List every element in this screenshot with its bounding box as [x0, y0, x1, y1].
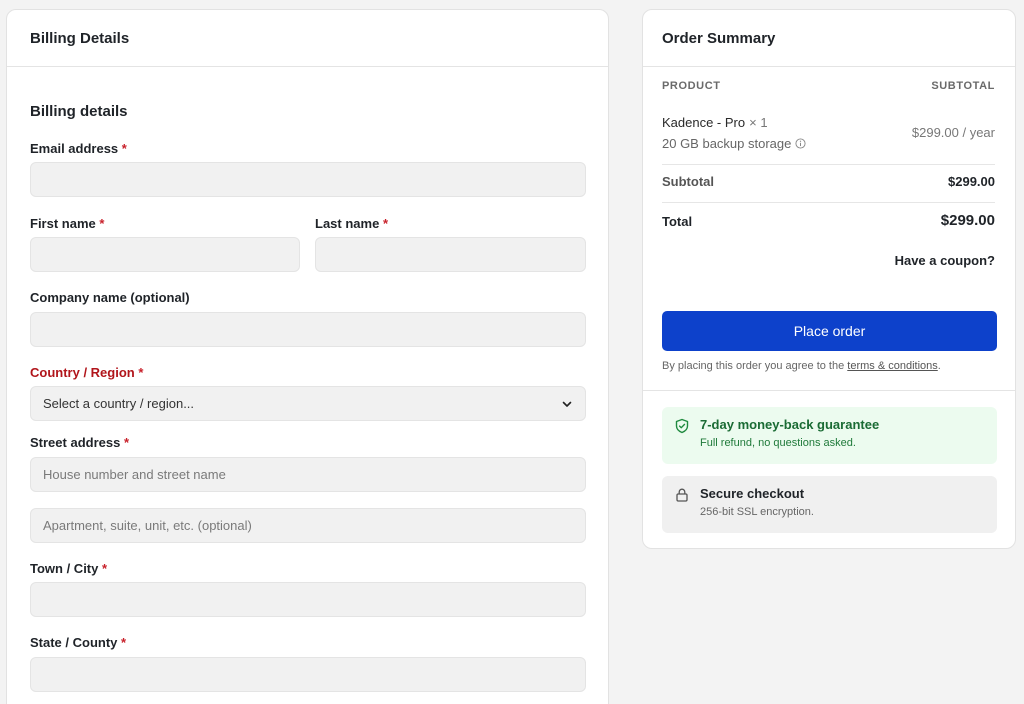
state-field[interactable]	[30, 657, 586, 692]
subtotal-label: Subtotal	[662, 174, 714, 189]
street-address-field[interactable]	[30, 457, 586, 492]
email-label: Email address *	[30, 141, 127, 156]
summary-section-divider	[643, 390, 1015, 391]
billing-details-card: Billing Details Billing details Email ad…	[6, 9, 609, 704]
last-name-label: Last name *	[315, 216, 388, 231]
summary-card-title: Order Summary	[643, 10, 1015, 67]
secure-title: Secure checkout	[700, 486, 805, 501]
street-label: Street address *	[30, 435, 130, 450]
street-address-2-field[interactable]	[30, 508, 586, 543]
last-name-field[interactable]	[315, 237, 586, 272]
lock-icon	[676, 488, 688, 502]
total-value: $299.00	[940, 212, 995, 229]
terms-link[interactable]: terms & conditions	[847, 360, 937, 372]
city-label: Town / City *	[30, 561, 108, 576]
state-label: State / County *	[30, 635, 127, 650]
product-quantity: × 1	[749, 115, 768, 130]
chevron-down-icon	[562, 401, 572, 407]
order-summary-card: Order Summary PRODUCT SUBTOTAL Kadence -…	[642, 9, 1016, 549]
total-label: Total	[662, 214, 693, 229]
billing-card-title: Billing Details	[7, 10, 608, 67]
guarantee-title: 7-day money-back guarantee	[700, 417, 880, 432]
place-order-button[interactable]: Place order	[662, 311, 997, 351]
subtotal-column-header: SUBTOTAL	[931, 80, 995, 92]
product-addon: 20 GB backup storage	[662, 136, 806, 151]
product-column-header: PRODUCT	[662, 80, 721, 92]
country-select[interactable]: Select a country / region...	[30, 386, 586, 421]
subtotal-value: $299.00	[948, 174, 995, 189]
country-label: Country / Region *	[30, 365, 144, 380]
secure-text: 256-bit SSL encryption.	[700, 506, 814, 518]
city-field[interactable]	[30, 582, 586, 617]
email-field[interactable]	[30, 162, 586, 197]
country-select-value: Select a country / region...	[43, 396, 195, 411]
secure-checkout-badge: Secure checkout 256-bit SSL encryption.	[662, 476, 997, 533]
company-field[interactable]	[30, 312, 586, 347]
guarantee-text: Full refund, no questions asked.	[700, 437, 856, 449]
billing-section-title: Billing details	[30, 103, 128, 120]
money-back-guarantee-badge: 7-day money-back guarantee Full refund, …	[662, 407, 997, 464]
shield-check-icon	[675, 418, 689, 434]
product-price: $299.00 / year	[911, 125, 995, 140]
first-name-field[interactable]	[30, 237, 300, 272]
summary-divider	[662, 202, 995, 203]
terms-notice: By placing this order you agree to the t…	[662, 360, 941, 372]
first-name-label: First name *	[30, 216, 105, 231]
company-label: Company name (optional)	[30, 290, 190, 305]
coupon-link[interactable]: Have a coupon?	[895, 253, 995, 268]
product-name: Kadence - Pro × 1	[662, 115, 768, 130]
summary-divider	[662, 164, 995, 165]
info-icon[interactable]	[795, 138, 806, 149]
